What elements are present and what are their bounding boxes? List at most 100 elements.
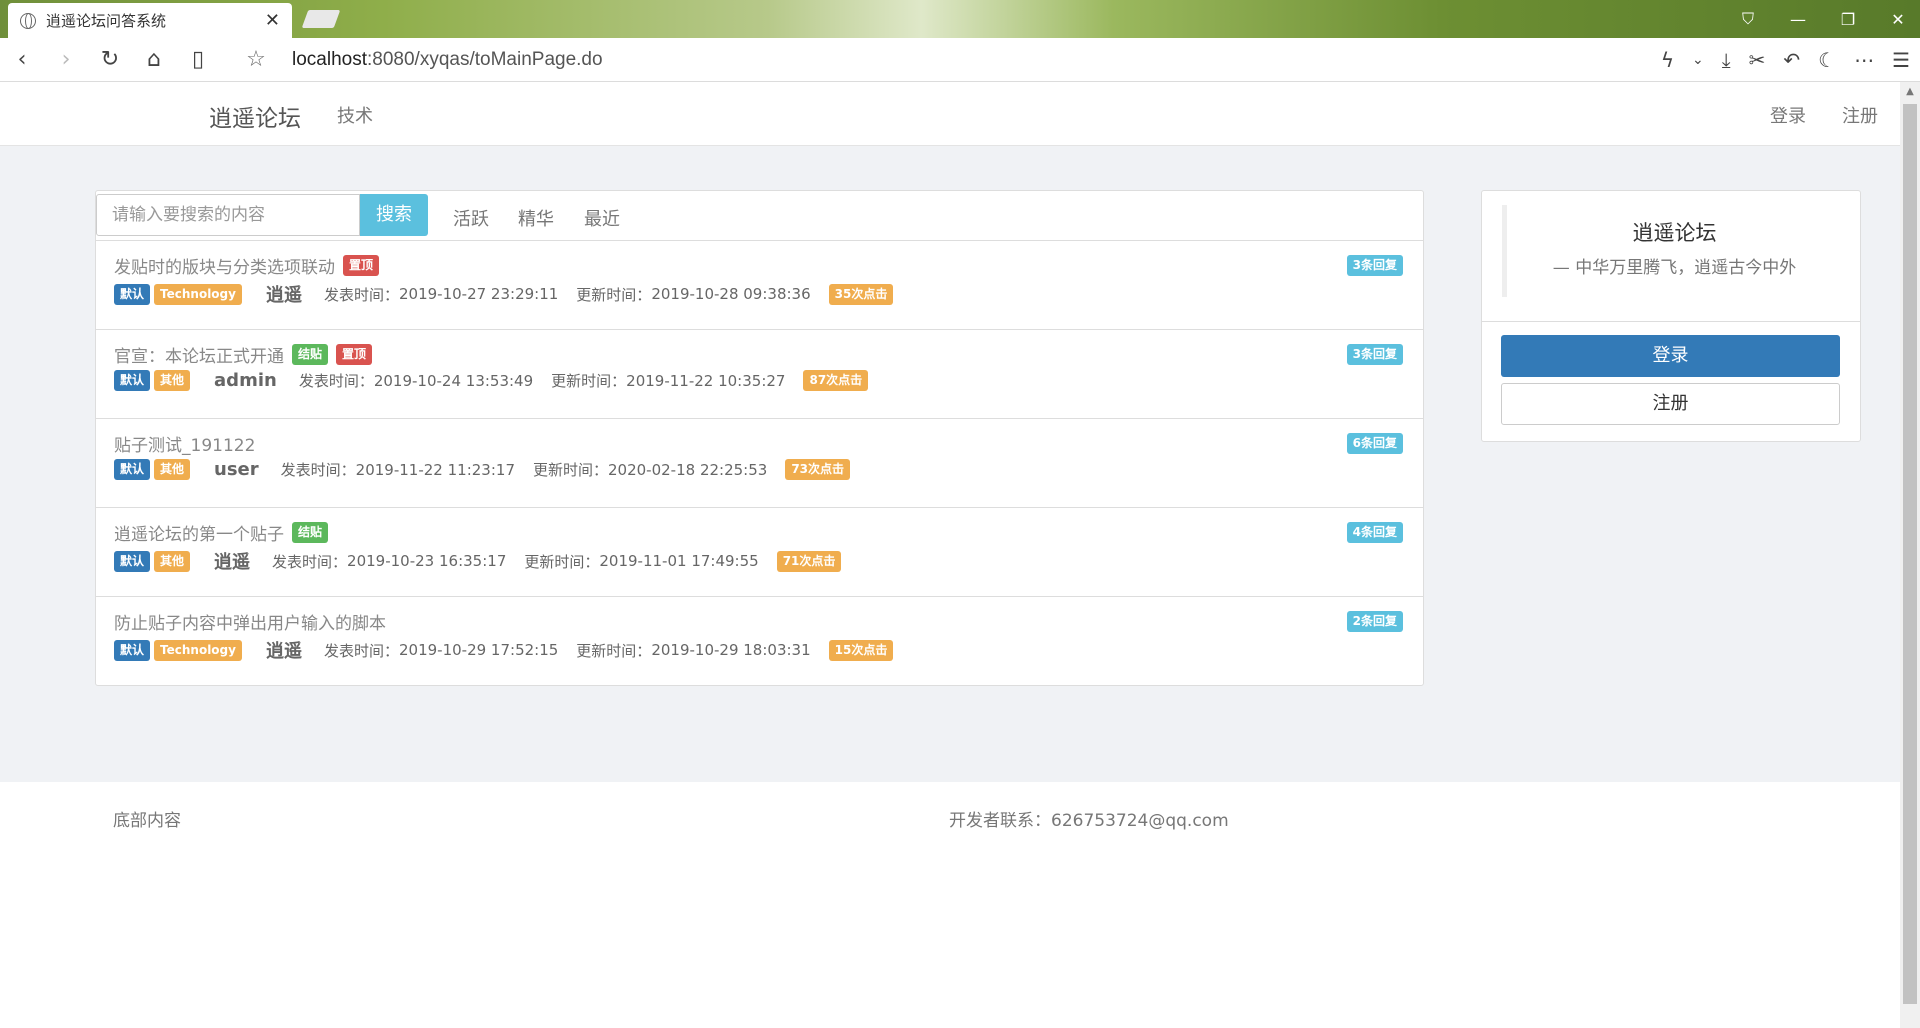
download-icon[interactable]: ⤓ xyxy=(1722,48,1731,72)
post-row[interactable]: 逍遥论坛的第一个贴子 结贴 默认 其他 逍遥 发表时间： 2019-10-23 1… xyxy=(96,508,1423,597)
sidebar-quote: 逍遥论坛 — 中华万里腾飞，逍遥古今中外 xyxy=(1502,205,1842,297)
divider xyxy=(1482,321,1860,322)
updated-time: 2019-11-01 17:49:55 xyxy=(599,552,759,570)
post-author[interactable]: user xyxy=(214,459,259,480)
post-title-line: 贴子测试_191122 xyxy=(114,431,255,456)
post-author[interactable]: 逍遥 xyxy=(214,548,250,574)
reply-count-badge: 6条回复 xyxy=(1346,433,1403,454)
filter-active[interactable]: 活跃 xyxy=(453,205,489,231)
click-count-badge: 35次点击 xyxy=(828,283,894,305)
published-label: 发表时间： xyxy=(298,372,374,390)
home-icon[interactable]: ⌂ xyxy=(132,47,176,72)
reply-count-badge: 4条回复 xyxy=(1346,522,1403,543)
published-time: 2019-10-27 23:29:11 xyxy=(398,285,559,303)
minimize-icon[interactable]: — xyxy=(1786,10,1810,29)
published-label: 发表时间： xyxy=(272,552,348,571)
post-author[interactable]: 逍遥 xyxy=(266,281,302,307)
restore-icon[interactable]: ❐ xyxy=(1836,10,1860,29)
sidebar-login-button[interactable]: 登录 xyxy=(1501,335,1840,377)
scroll-up-icon[interactable]: ▲ xyxy=(1900,82,1920,102)
address-bar: ‹ › ↻ ⌂ ▯ ☆ localhost:8080/xyqas/toMainP… xyxy=(0,38,1920,82)
new-tab-button[interactable] xyxy=(301,10,341,28)
post-title[interactable]: 逍遥论坛的第一个贴子 xyxy=(114,520,284,545)
search-input[interactable]: 请输入要搜索的内容 xyxy=(96,194,360,236)
category-badge[interactable]: Technology xyxy=(154,639,242,661)
click-count-badge: 71次点击 xyxy=(776,550,842,572)
nav-tech-link[interactable]: 技术 xyxy=(337,102,373,128)
post-title[interactable]: 官宣：本论坛正式开通 xyxy=(114,342,284,367)
vertical-scrollbar[interactable]: ▲ xyxy=(1900,82,1920,1028)
category-badge[interactable]: Technology xyxy=(154,283,242,305)
post-meta: 默认 Technology 逍遥 发表时间： 2019-10-27 23:29:… xyxy=(114,281,894,307)
nav-login-link[interactable]: 登录 xyxy=(1770,102,1806,128)
bookmark-star-icon[interactable]: ☆ xyxy=(234,47,278,72)
post-title[interactable]: 防止贴子内容中弹出用户输入的脚本 xyxy=(114,609,386,634)
browser-tab[interactable]: 逍遥论坛问答系统 ✕ xyxy=(8,3,292,38)
post-author[interactable]: 逍遥 xyxy=(266,637,302,663)
post-list: 发贴时的版块与分类选项联动 置顶 默认 Technology 逍遥 发表时间： 2… xyxy=(96,241,1423,686)
panel-header: 请输入要搜索的内容 搜索 活跃 精华 最近 xyxy=(96,191,1423,241)
published-time: 2019-10-24 13:53:49 xyxy=(373,371,534,390)
nav-register-link[interactable]: 注册 xyxy=(1842,102,1878,128)
filter-recent[interactable]: 最近 xyxy=(584,205,620,231)
window-close-icon[interactable]: ✕ xyxy=(1886,10,1910,29)
skin-icon[interactable]: ⛉ xyxy=(1736,9,1760,29)
scissors-icon[interactable]: ✂ xyxy=(1749,48,1766,72)
board-badge[interactable]: 默认 xyxy=(114,370,151,391)
board-badge[interactable]: 默认 xyxy=(114,550,151,572)
post-row[interactable]: 官宣：本论坛正式开通 结贴 置顶 默认 其他 admin 发表时间： 2019-10… xyxy=(96,330,1423,419)
footer-content: 底部内容 xyxy=(113,811,181,831)
page-footer: 底部内容 开发者联系：626753724@qq.com xyxy=(0,782,1900,1028)
post-title-line: 官宣：本论坛正式开通 结贴 置顶 xyxy=(114,342,373,367)
sidebar-site-name: 逍遥论坛 xyxy=(1632,221,1717,245)
undo-icon[interactable]: ↶ xyxy=(1783,48,1800,72)
reply-count-badge: 2条回复 xyxy=(1346,611,1403,632)
board-badge[interactable]: 默认 xyxy=(114,283,151,305)
board-badge[interactable]: 默认 xyxy=(114,459,151,480)
sidebar-register-button[interactable]: 注册 xyxy=(1501,383,1840,425)
chevron-down-icon[interactable]: ⌄ xyxy=(1692,52,1704,68)
moon-icon[interactable]: ☾ xyxy=(1818,48,1836,72)
post-title-line: 防止贴子内容中弹出用户输入的脚本 xyxy=(114,609,386,634)
reader-icon[interactable]: ▯ xyxy=(176,47,220,72)
click-count-badge: 15次点击 xyxy=(828,639,894,661)
scrollbar-thumb[interactable] xyxy=(1903,104,1917,1004)
board-badge[interactable]: 默认 xyxy=(114,639,151,661)
category-badge[interactable]: 其他 xyxy=(154,459,191,480)
updated-time: 2019-11-22 10:35:27 xyxy=(626,371,786,390)
post-author[interactable]: admin xyxy=(214,370,277,391)
updated-time: 2020-02-18 22:25:53 xyxy=(608,460,768,479)
category-badge[interactable]: 其他 xyxy=(154,370,191,391)
post-title-line: 发贴时的版块与分类选项联动 置顶 xyxy=(114,253,380,278)
post-row[interactable]: 防止贴子内容中弹出用户输入的脚本 默认 Technology 逍遥 发表时间： … xyxy=(96,597,1423,686)
search-button[interactable]: 搜索 xyxy=(360,194,428,236)
site-navbar: 逍遥论坛 技术 登录 注册 xyxy=(0,82,1900,146)
url-field[interactable]: localhost:8080/xyqas/toMainPage.do xyxy=(292,49,603,71)
post-flag-badge: 结贴 xyxy=(292,522,329,543)
click-count-badge: 73次点击 xyxy=(785,459,851,480)
updated-time: 2019-10-28 09:38:36 xyxy=(651,285,811,303)
site-brand[interactable]: 逍遥论坛 xyxy=(209,99,301,133)
updated-label: 更新时间： xyxy=(576,641,652,660)
sidebar-card: 逍遥论坛 — 中华万里腾飞，逍遥古今中外 登录 注册 xyxy=(1481,190,1861,442)
post-row[interactable]: 贴子测试_191122 默认 其他 user 发表时间： 2019-11-22 … xyxy=(96,419,1423,508)
more-icon[interactable]: ⋯ xyxy=(1854,48,1874,72)
back-icon[interactable]: ‹ xyxy=(0,47,44,72)
reply-count-badge: 3条回复 xyxy=(1346,344,1403,365)
post-meta: 默认 其他 user 发表时间： 2019-11-22 11:23:17 更新时… xyxy=(114,459,851,480)
post-row[interactable]: 发贴时的版块与分类选项联动 置顶 默认 Technology 逍遥 发表时间： 2… xyxy=(96,241,1423,330)
post-list-panel: 请输入要搜索的内容 搜索 活跃 精华 最近 发贴时的版块与分类选项联动 置顶 默认… xyxy=(95,190,1424,686)
forward-icon[interactable]: › xyxy=(44,47,88,72)
globe-icon xyxy=(20,12,36,29)
filter-featured[interactable]: 精华 xyxy=(518,205,554,231)
lightning-icon[interactable]: ϟ xyxy=(1661,48,1674,72)
close-tab-icon[interactable]: ✕ xyxy=(265,10,280,31)
post-meta: 默认 其他 admin 发表时间： 2019-10-24 13:53:49 更新… xyxy=(114,370,869,391)
post-title[interactable]: 贴子测试_191122 xyxy=(114,431,255,456)
post-title[interactable]: 发贴时的版块与分类选项联动 xyxy=(114,253,335,278)
reload-icon[interactable]: ↻ xyxy=(88,47,132,72)
menu-icon[interactable]: ☰ xyxy=(1892,48,1910,72)
updated-label: 更新时间： xyxy=(524,552,600,571)
published-time: 2019-11-22 11:23:17 xyxy=(355,460,515,479)
category-badge[interactable]: 其他 xyxy=(154,550,191,572)
